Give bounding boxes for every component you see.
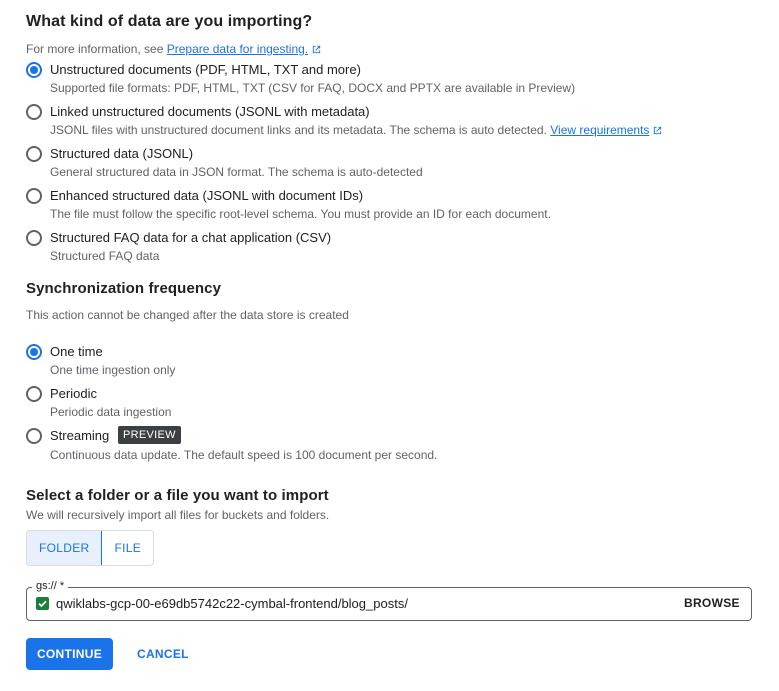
gcs-field-label: gs:// * xyxy=(32,580,69,592)
sync-note: This action cannot be changed after the … xyxy=(26,308,349,322)
radio-structured[interactable] xyxy=(26,146,42,162)
option-desc: General structured data in JSON format. … xyxy=(50,165,423,179)
option-label: Unstructured documents (PDF, HTML, TXT a… xyxy=(50,62,361,77)
option-label: Enhanced structured data (JSONL with doc… xyxy=(50,188,364,203)
preview-badge: PREVIEW xyxy=(118,426,181,444)
radio-linked-unstructured[interactable] xyxy=(26,104,42,120)
cancel-button[interactable]: CANCEL xyxy=(137,647,189,661)
import-note: We will recursively import all files for… xyxy=(26,508,330,522)
gcs-path-value[interactable]: qwiklabs-gcp-00-e69db5742c22-cymbal-fron… xyxy=(56,596,408,611)
import-data-page: What kind of data are you importing? For… xyxy=(0,0,779,691)
continue-button[interactable]: CONTINUE xyxy=(26,638,113,670)
folder-toggle-button[interactable]: FOLDER xyxy=(27,531,103,565)
data-kind-title: What kind of data are you importing? xyxy=(26,13,313,30)
option-desc: Periodic data ingestion xyxy=(50,405,172,419)
source-type-toggle: FOLDER FILE xyxy=(26,530,155,566)
option-desc: JSONL files with unstructured document l… xyxy=(50,123,663,137)
external-link-icon xyxy=(312,45,321,54)
data-kind-info: For more information, see Prepare data f… xyxy=(26,42,322,56)
valid-check-icon xyxy=(36,597,49,610)
import-title: Select a folder or a file you want to im… xyxy=(26,487,329,504)
option-label: Streaming xyxy=(50,428,110,443)
prepare-data-link[interactable]: Prepare data for ingesting. xyxy=(167,42,308,56)
option-desc: Supported file formats: PDF, HTML, TXT (… xyxy=(50,81,576,95)
option-desc: Continuous data update. The default spee… xyxy=(50,448,438,462)
option-label: Linked unstructured documents (JSONL wit… xyxy=(50,104,370,119)
file-toggle-button[interactable]: FILE xyxy=(102,531,153,565)
option-label: Structured FAQ data for a chat applicati… xyxy=(50,230,332,245)
view-requirements-link[interactable]: View requirements xyxy=(550,123,649,137)
radio-one-time[interactable] xyxy=(26,344,42,360)
option-desc: One time ingestion only xyxy=(50,363,176,377)
option-desc: Structured FAQ data xyxy=(50,249,160,263)
option-label: One time xyxy=(50,344,103,359)
sync-title: Synchronization frequency xyxy=(26,280,222,297)
info-prefix: For more information, see xyxy=(26,42,164,56)
external-link-icon xyxy=(654,126,662,135)
radio-structured-faq[interactable] xyxy=(26,230,42,246)
option-label: Periodic xyxy=(50,386,97,401)
option-desc: The file must follow the specific root-l… xyxy=(50,207,551,221)
radio-enhanced-structured[interactable] xyxy=(26,188,42,204)
option-label: Structured data (JSONL) xyxy=(50,146,194,161)
browse-button[interactable]: BROWSE xyxy=(684,596,740,610)
radio-streaming[interactable] xyxy=(26,428,42,444)
radio-unstructured[interactable] xyxy=(26,62,42,78)
radio-periodic[interactable] xyxy=(26,386,42,402)
